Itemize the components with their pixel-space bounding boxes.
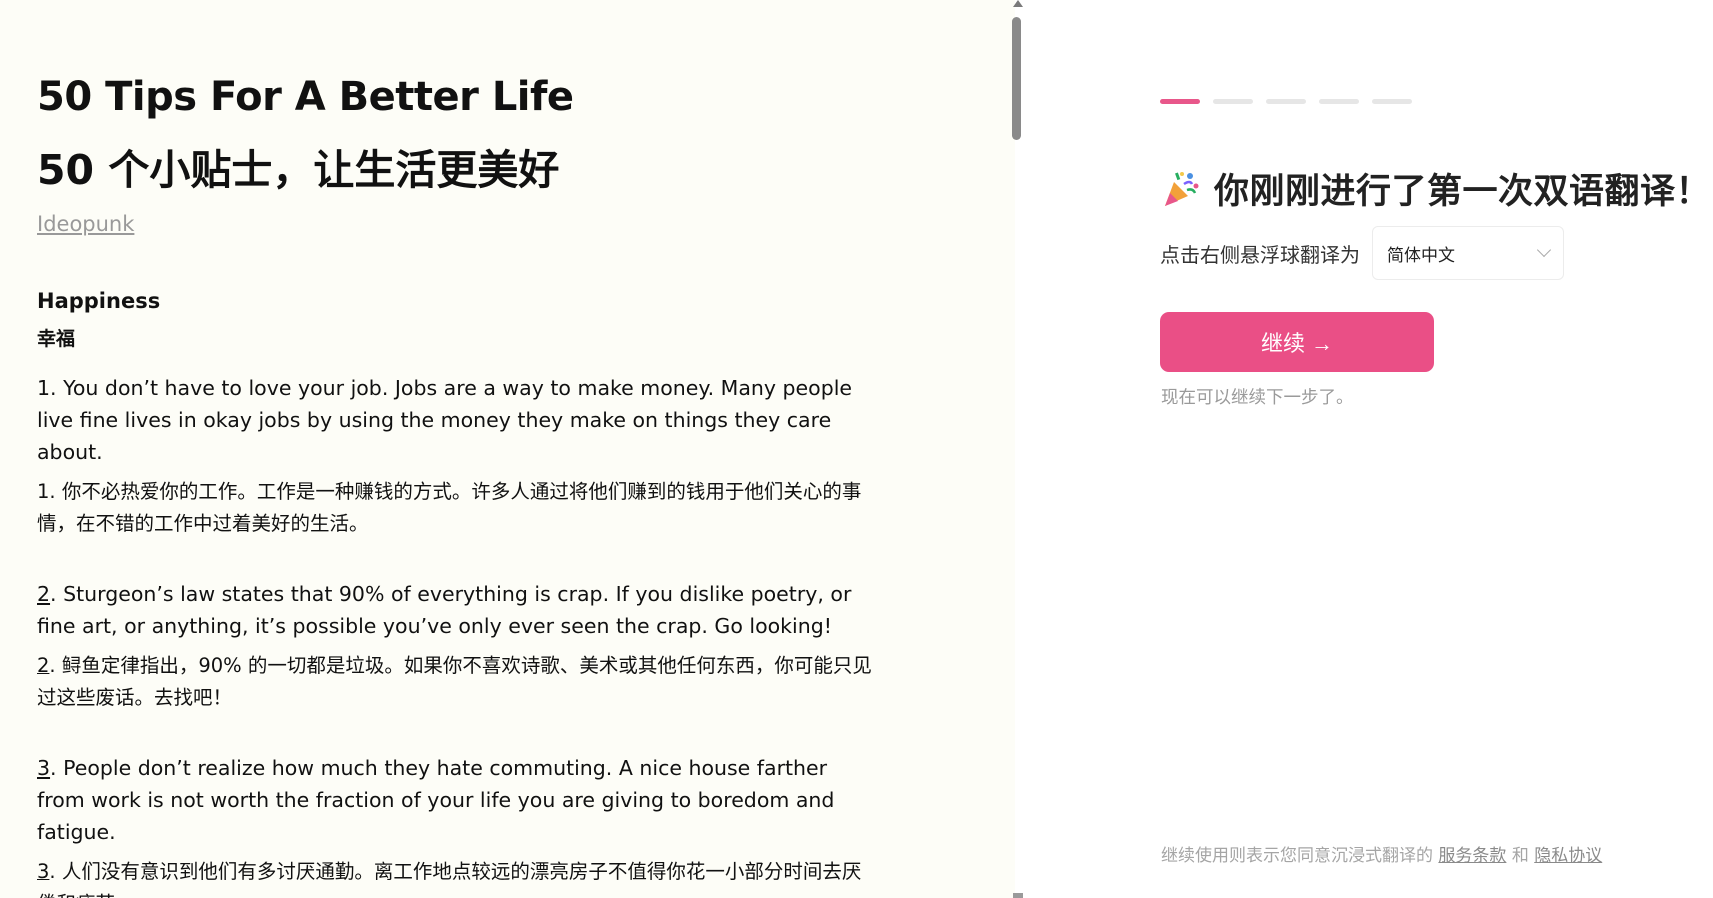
author-link[interactable]: Ideopunk — [37, 212, 134, 236]
language-label: 点击右侧悬浮球翻译为 — [1160, 242, 1360, 267]
step-dot — [1372, 99, 1412, 104]
tip-item: 3. People don’t realize how much they ha… — [37, 752, 872, 898]
tip-text-en: 3. People don’t realize how much they ha… — [37, 752, 872, 848]
step-dot-active — [1160, 99, 1200, 104]
party-popper-icon — [1162, 170, 1200, 208]
privacy-policy-link[interactable]: 隐私协议 — [1534, 846, 1602, 866]
heading-text: 你刚刚进行了第一次双语翻译！ — [1214, 172, 1712, 212]
tip-body-en: . People don’t realize how much they hat… — [37, 756, 835, 844]
tip-text-zh: 3. 人们没有意识到他们有多讨厌通勤。离工作地点较远的漂亮房子不值得你花一小部分… — [37, 856, 872, 898]
article: 50 Tips For A Better Life 50 个小贴士，让生活更美好… — [37, 70, 872, 898]
onboarding-heading: 你刚刚进行了第一次双语翻译！ — [1162, 163, 1711, 214]
tip-text-zh: 1. 你不必热爱你的工作。工作是一种赚钱的方式。许多人通过将他们赚到的钱用于他们… — [37, 476, 872, 540]
footer-and: 和 — [1511, 846, 1529, 866]
tip-text-zh: 2. 鲟鱼定律指出，90% 的一切都是垃圾。如果你不喜欢诗歌、美术或其他任何东西… — [37, 650, 872, 714]
tip-number: 1 — [37, 480, 50, 503]
scrollbar[interactable] — [1010, 0, 1024, 898]
tip-body-zh: . 鲟鱼定律指出，90% 的一切都是垃圾。如果你不喜欢诗歌、美术或其他任何东西，… — [37, 654, 872, 709]
tip-number-link[interactable]: 3 — [37, 756, 50, 780]
terms-footer: 继续使用则表示您同意沉浸式翻译的 服务条款 和 隐私协议 — [1161, 841, 1602, 866]
step-dot — [1266, 99, 1306, 104]
tip-number-link[interactable]: 2 — [37, 582, 50, 606]
continue-button[interactable]: 继续 → — [1160, 312, 1434, 372]
hint-text: 现在可以继续下一步了。 — [1161, 388, 1354, 408]
step-dot — [1319, 99, 1359, 104]
scroll-down-arrow-icon[interactable] — [1013, 893, 1023, 898]
section-heading-zh: 幸福 — [37, 328, 76, 350]
footer-prefix: 继续使用则表示您同意沉浸式翻译的 — [1161, 846, 1433, 866]
article-title-en: 50 Tips For A Better Life — [37, 74, 574, 120]
terms-of-service-link[interactable]: 服务条款 — [1438, 846, 1506, 866]
tip-number-link[interactable]: 3 — [37, 860, 49, 883]
article-pane: 50 Tips For A Better Life 50 个小贴士，让生活更美好… — [0, 0, 1015, 898]
tip-item: 2. Sturgeon’s law states that 90% of eve… — [37, 578, 872, 714]
tip-body-en: . Sturgeon’s law states that 90% of ever… — [37, 582, 852, 638]
scroll-up-arrow-icon[interactable] — [1013, 0, 1023, 7]
tip-body-en: . You don’t have to love your job. Jobs … — [37, 376, 853, 464]
tip-body-zh: . 人们没有意识到他们有多讨厌通勤。离工作地点较远的漂亮房子不值得你花一小部分时… — [37, 860, 862, 898]
selected-language: 简体中文 — [1387, 245, 1455, 266]
tip-number: 1 — [37, 376, 51, 400]
chevron-down-icon — [1536, 242, 1552, 258]
tip-body-zh: . 你不必热爱你的工作。工作是一种赚钱的方式。许多人通过将他们赚到的钱用于他们关… — [37, 480, 862, 535]
article-title-zh: 50 个小贴士，让生活更美好 — [37, 146, 560, 194]
step-indicator — [1160, 99, 1412, 104]
language-row: 点击右侧悬浮球翻译为 简体中文 — [1160, 226, 1564, 280]
onboarding-panel: 你刚刚进行了第一次双语翻译！ 点击右侧悬浮球翻译为 简体中文 继续 → 现在可以… — [1024, 0, 1713, 898]
section-heading-en: Happiness — [37, 289, 161, 313]
scrollbar-thumb[interactable] — [1012, 17, 1021, 140]
tip-text-en: 2. Sturgeon’s law states that 90% of eve… — [37, 578, 872, 642]
tip-text-en: 1. You don’t have to love your job. Jobs… — [37, 372, 872, 468]
tip-item: 1. You don’t have to love your job. Jobs… — [37, 372, 872, 540]
tip-number-link[interactable]: 2 — [37, 654, 49, 677]
step-dot — [1213, 99, 1253, 104]
target-language-select[interactable]: 简体中文 — [1372, 226, 1564, 280]
